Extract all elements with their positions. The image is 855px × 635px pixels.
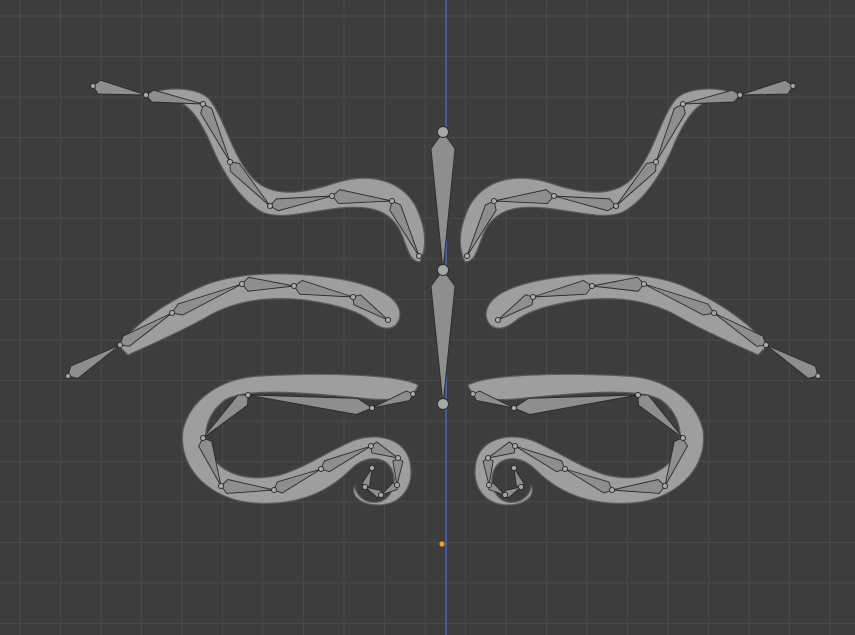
bone-joint[interactable] — [266, 202, 274, 210]
bone-joint[interactable] — [226, 158, 234, 166]
bone-joint[interactable] — [561, 465, 569, 473]
bone-joint[interactable] — [437, 126, 449, 138]
bone[interactable] — [67, 344, 121, 379]
viewport-canvas[interactable] — [0, 0, 855, 635]
bone-joint[interactable] — [736, 91, 744, 99]
bone[interactable] — [430, 269, 456, 405]
bone[interactable] — [361, 467, 373, 488]
bone[interactable] — [513, 467, 525, 488]
bone-joint[interactable] — [501, 491, 509, 499]
bone-joint[interactable] — [550, 192, 558, 200]
bone-joint[interactable] — [199, 434, 207, 442]
bone-joint[interactable] — [484, 454, 492, 462]
bone-joint[interactable] — [588, 282, 596, 290]
armature-bones[interactable] — [67, 79, 819, 499]
bone-joint[interactable] — [679, 100, 687, 108]
mesh-bottom-left-coil[interactable] — [181, 373, 419, 506]
bone-joint[interactable] — [238, 280, 246, 288]
bone-joint[interactable] — [437, 264, 449, 276]
bone-joint[interactable] — [470, 391, 476, 397]
bone-joint[interactable] — [368, 404, 376, 412]
bone-joint[interactable] — [65, 373, 71, 379]
bone[interactable] — [513, 394, 639, 415]
bone-joint[interactable] — [815, 373, 821, 379]
bone[interactable] — [739, 79, 794, 96]
bone-joint[interactable] — [790, 83, 796, 89]
bone-joint[interactable] — [116, 341, 124, 349]
bone-joint[interactable] — [142, 91, 150, 99]
bone-joint[interactable] — [394, 454, 402, 462]
bone-joint[interactable] — [388, 197, 396, 205]
bone-joint[interactable] — [612, 202, 620, 210]
bone-joint[interactable] — [361, 483, 369, 491]
mesh-top-left-horn[interactable] — [142, 88, 426, 263]
bone-joint[interactable] — [217, 482, 225, 490]
bone-joint[interactable] — [463, 252, 471, 260]
bone-joint[interactable] — [384, 316, 392, 324]
bone-joint[interactable] — [377, 491, 385, 499]
bone-joint[interactable] — [511, 442, 519, 450]
bone-joint[interactable] — [317, 465, 325, 473]
3d-viewport[interactable] — [0, 0, 855, 635]
bone-joint[interactable] — [634, 391, 642, 399]
bone-joint[interactable] — [199, 100, 207, 108]
bone-joint[interactable] — [393, 481, 401, 489]
bone-joint[interactable] — [90, 83, 96, 89]
bone-joint[interactable] — [367, 442, 375, 450]
bone-joint[interactable] — [415, 252, 423, 260]
bone-joint[interactable] — [510, 464, 518, 472]
bone-joint[interactable] — [510, 404, 518, 412]
bone-joint[interactable] — [710, 309, 718, 317]
bone-joint[interactable] — [410, 391, 416, 397]
bone[interactable] — [430, 131, 456, 271]
bone-joint[interactable] — [437, 398, 449, 410]
bone-joint[interactable] — [494, 316, 502, 324]
bone-joint[interactable] — [679, 434, 687, 442]
bone-joint[interactable] — [368, 464, 376, 472]
bone[interactable] — [92, 79, 147, 96]
bone-joint[interactable] — [290, 282, 298, 290]
bone-joint[interactable] — [328, 192, 336, 200]
bone-joint[interactable] — [490, 197, 498, 205]
origin-point-icon[interactable] — [439, 541, 445, 547]
bone-joint[interactable] — [640, 280, 648, 288]
bone-joint[interactable] — [244, 391, 252, 399]
bone-joint[interactable] — [661, 482, 669, 490]
bone-joint[interactable] — [270, 486, 278, 494]
bone-joint[interactable] — [349, 293, 357, 301]
bone-joint[interactable] — [652, 158, 660, 166]
bone[interactable] — [765, 344, 819, 379]
bone-joint[interactable] — [608, 486, 616, 494]
bone-joint[interactable] — [529, 293, 537, 301]
bone-joint[interactable] — [517, 483, 525, 491]
bone-joint[interactable] — [485, 481, 493, 489]
bone[interactable] — [247, 394, 373, 415]
bone-joint[interactable] — [762, 341, 770, 349]
mesh-top-right-horn[interactable] — [459, 88, 743, 263]
bone-joint[interactable] — [168, 309, 176, 317]
